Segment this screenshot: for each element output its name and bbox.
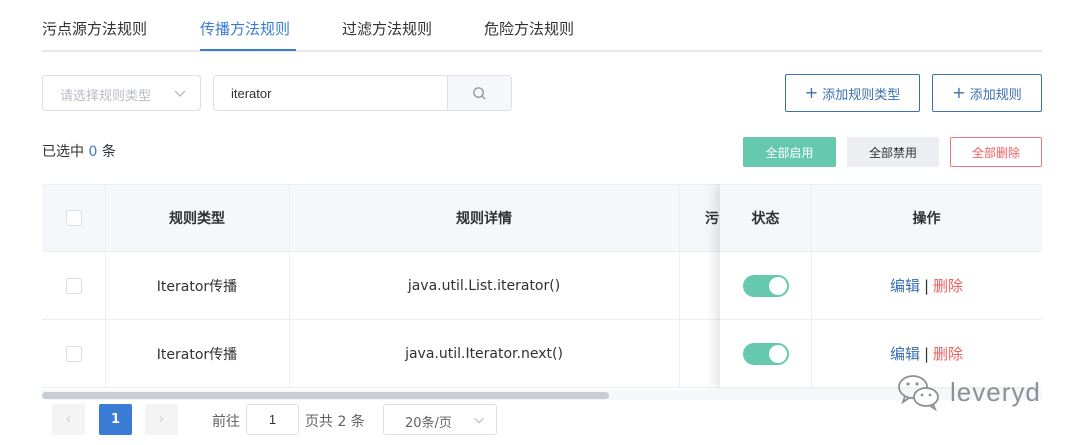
wechat-icon <box>898 375 939 412</box>
fixed-header: 状态 操作 <box>720 184 1042 252</box>
operation-cell: 编辑 | 删除 <box>811 252 1042 319</box>
add-rule-button[interactable]: + 添加规则 <box>932 74 1042 112</box>
rule-type-select[interactable]: 请选择规则类型 <box>42 75 201 111</box>
page-size-value: 20条/页 <box>405 416 452 431</box>
selection-count: 0 <box>88 144 98 160</box>
goto-page-input[interactable] <box>246 404 299 435</box>
operation-separator: | <box>923 276 930 295</box>
select-all-checkbox[interactable] <box>65 210 82 226</box>
active-tab-indicator <box>200 49 296 51</box>
tab-filter[interactable]: 过滤方法规则 <box>342 18 432 39</box>
tab-dangerous[interactable]: 危险方法规则 <box>484 18 574 39</box>
header-rule-type: 规则类型 <box>169 211 225 227</box>
add-rule-type-button[interactable]: + 添加规则类型 <box>785 74 920 112</box>
rule-tabs: 污点源方法规则 传播方法规则 过滤方法规则 危险方法规则 <box>42 0 1042 52</box>
table-row: 编辑 | 删除 <box>720 252 1042 320</box>
search-input[interactable] <box>214 76 448 110</box>
total-count-text: 页共 2 条 <box>305 414 365 430</box>
selection-prefix: 已选中 <box>42 144 84 160</box>
search-icon <box>473 87 486 100</box>
rule-type-cell: Iterator传播 <box>156 278 238 295</box>
add-rule-label: 添加规则 <box>969 87 1022 103</box>
rule-detail-cell: java.util.Iterator.next() <box>405 345 563 362</box>
status-toggle[interactable] <box>742 274 789 297</box>
search-box <box>213 75 512 111</box>
selection-info: 已选中 0 条 <box>42 141 116 161</box>
rule-type-cell: Iterator传播 <box>156 346 238 363</box>
row-checkbox[interactable] <box>65 345 82 362</box>
fixed-right-columns: 状态 操作 编辑 | 删除 编辑 | 删除 <box>720 184 1042 388</box>
delete-all-button[interactable]: 全部删除 <box>950 137 1042 167</box>
plus-icon: + <box>952 83 966 102</box>
next-page-button[interactable]: › <box>145 404 178 435</box>
page-number-current[interactable]: 1 <box>99 404 132 435</box>
delete-link[interactable]: 删除 <box>933 275 963 296</box>
scrollbar-thumb[interactable] <box>42 392 609 399</box>
rule-type-placeholder: 请选择规则类型 <box>60 89 152 104</box>
edit-link[interactable]: 编辑 <box>890 275 920 296</box>
row-checkbox[interactable] <box>65 277 82 294</box>
search-button[interactable] <box>447 76 511 110</box>
tab-taint-source[interactable]: 污点源方法规则 <box>42 18 147 39</box>
watermark-text: leveryd <box>950 376 1041 407</box>
prev-page-button[interactable]: ‹ <box>52 404 85 435</box>
enable-all-button[interactable]: 全部启用 <box>743 137 836 167</box>
chevron-down-icon <box>474 417 484 424</box>
select-all-cell <box>42 185 105 251</box>
rule-detail-cell: java.util.List.iterator() <box>407 277 561 294</box>
tab-propagation[interactable]: 传播方法规则 <box>200 18 290 39</box>
delete-link[interactable]: 删除 <box>933 343 963 364</box>
header-operation: 操作 <box>912 211 941 227</box>
add-rule-type-label: 添加规则类型 <box>822 87 901 103</box>
operation-separator: | <box>923 344 930 363</box>
edit-link[interactable]: 编辑 <box>890 343 920 364</box>
header-rule-detail: 规则详情 <box>456 211 512 227</box>
header-status: 状态 <box>751 211 780 227</box>
page-size-select[interactable]: 20条/页 <box>383 404 497 435</box>
chevron-down-icon <box>174 90 186 97</box>
horizontal-scrollbar[interactable] <box>42 390 1042 400</box>
selection-suffix: 条 <box>101 144 116 160</box>
goto-label: 前往 <box>212 414 240 430</box>
status-toggle[interactable] <box>742 342 789 365</box>
plus-icon: + <box>804 83 819 102</box>
disable-all-button[interactable]: 全部禁用 <box>847 137 939 167</box>
rules-table: 规则类型 规则详情 污 Iterator传播 java.util.List.it… <box>42 184 1042 400</box>
watermark: leveryd <box>896 372 1041 412</box>
